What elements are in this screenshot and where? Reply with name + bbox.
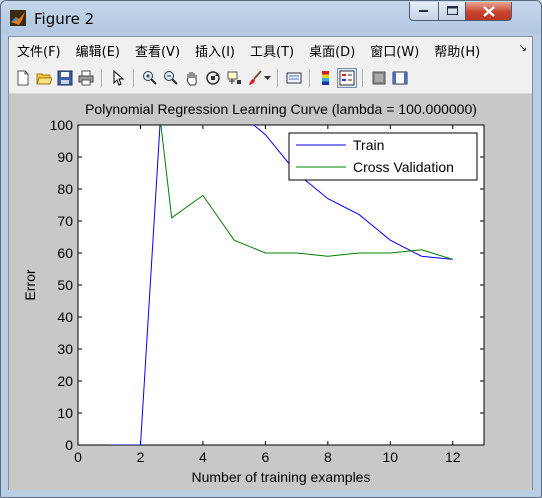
x-tick-label: 2 bbox=[137, 449, 145, 465]
menu-edit[interactable]: 编辑(E) bbox=[68, 41, 127, 60]
chart-title: Polynomial Regression Learning Curve (la… bbox=[85, 101, 477, 117]
legend-icon bbox=[339, 70, 355, 86]
data-cursor-button[interactable] bbox=[224, 68, 244, 88]
rotate-3d-icon bbox=[206, 71, 220, 85]
pan-button[interactable] bbox=[182, 68, 202, 88]
figure-window: Figure 2 文件(F) 编辑(E) 查看(V) 插入(I) 工具(T) 桌… bbox=[0, 0, 542, 498]
zoom-in-button[interactable] bbox=[140, 68, 160, 88]
show-plot-tools-button[interactable] bbox=[390, 68, 410, 88]
matlab-app-icon bbox=[10, 10, 26, 26]
brush-button[interactable] bbox=[245, 68, 265, 88]
figure-client-area: 文件(F) 编辑(E) 查看(V) 插入(I) 工具(T) 桌面(D) 窗口(W… bbox=[8, 36, 533, 490]
figure-toolbar bbox=[9, 63, 532, 94]
print-icon bbox=[78, 70, 94, 86]
x-tick-label: 4 bbox=[199, 449, 207, 465]
edit-plot-arrow-icon bbox=[113, 70, 125, 86]
minimize-icon bbox=[419, 10, 428, 12]
y-tick-label: 20 bbox=[57, 373, 73, 389]
menu-window[interactable]: 窗口(W) bbox=[362, 41, 426, 60]
y-tick-label: 30 bbox=[57, 341, 73, 357]
y-tick-label: 50 bbox=[57, 277, 73, 293]
menu-tools[interactable]: 工具(T) bbox=[242, 41, 301, 60]
rotate-3d-button[interactable] bbox=[203, 68, 223, 88]
zoom-out-icon bbox=[164, 71, 178, 85]
y-axis-label: Error bbox=[22, 269, 38, 300]
y-tick-label: 0 bbox=[65, 437, 73, 453]
maximize-button[interactable] bbox=[438, 2, 466, 21]
x-tick-label: 12 bbox=[445, 449, 461, 465]
toolbar-separator bbox=[309, 69, 311, 87]
menu-desktop[interactable]: 桌面(D) bbox=[301, 41, 362, 60]
colorbar-button[interactable] bbox=[316, 68, 336, 88]
menu-file[interactable]: 文件(F) bbox=[9, 41, 68, 60]
open-file-icon bbox=[36, 73, 52, 85]
pan-hand-icon bbox=[186, 72, 197, 86]
plot-svg[interactable]: 0 2 4 6 8 10 12 0 10 20 30 40 50 60 70 80 90 100 Polynomi… bbox=[9, 94, 532, 490]
save-button[interactable] bbox=[55, 68, 75, 88]
link-plot-icon bbox=[286, 72, 302, 84]
hide-plot-tools-icon bbox=[372, 71, 386, 85]
legend-train-label: Train bbox=[353, 137, 384, 153]
menu-view[interactable]: 查看(V) bbox=[127, 41, 187, 60]
open-file-button[interactable] bbox=[34, 68, 54, 88]
menu-bar: 文件(F) 编辑(E) 查看(V) 插入(I) 工具(T) 桌面(D) 窗口(W… bbox=[9, 37, 532, 63]
zoom-in-icon bbox=[143, 71, 157, 85]
window-title: Figure 2 bbox=[34, 10, 95, 28]
y-tick-label: 10 bbox=[57, 405, 73, 421]
hide-plot-tools-button[interactable] bbox=[369, 68, 389, 88]
colorbar-icon bbox=[322, 71, 329, 85]
x-tick-label: 6 bbox=[261, 449, 269, 465]
x-tick-label: 0 bbox=[74, 449, 82, 465]
minimize-button[interactable] bbox=[409, 2, 439, 21]
close-button[interactable] bbox=[465, 2, 512, 21]
show-plot-tools-icon bbox=[392, 71, 408, 85]
x-axis-label: Number of training examples bbox=[192, 469, 371, 485]
save-icon bbox=[57, 70, 73, 86]
figure-canvas: 0 2 4 6 8 10 12 0 10 20 30 40 50 60 70 80 90 100 Polynomi… bbox=[9, 94, 532, 490]
menu-help[interactable]: 帮助(H) bbox=[426, 41, 487, 60]
y-tick-label: 100 bbox=[50, 117, 74, 133]
close-icon bbox=[482, 5, 495, 17]
maximize-icon bbox=[446, 6, 458, 15]
x-tick-label: 8 bbox=[324, 449, 332, 465]
y-tick-label: 70 bbox=[57, 213, 73, 229]
x-tick-label: 10 bbox=[383, 449, 399, 465]
brush-icon bbox=[249, 70, 262, 85]
y-tick-label: 90 bbox=[57, 149, 73, 165]
edit-plot-button[interactable] bbox=[108, 68, 128, 88]
legend[interactable]: Train Cross Validation bbox=[288, 132, 478, 181]
legend-button[interactable] bbox=[337, 68, 357, 88]
print-button[interactable] bbox=[76, 68, 96, 88]
new-figure-icon bbox=[17, 70, 29, 86]
y-tick-label: 60 bbox=[57, 245, 73, 261]
menu-overflow-icon[interactable]: ↘ bbox=[519, 43, 527, 54]
new-figure-button[interactable] bbox=[13, 68, 33, 88]
legend-cv-label: Cross Validation bbox=[353, 159, 454, 175]
toolbar-separator bbox=[133, 69, 135, 87]
toolbar-separator bbox=[277, 69, 279, 87]
brush-dropdown-icon bbox=[264, 76, 271, 80]
toolbar-separator bbox=[362, 69, 364, 87]
menu-insert[interactable]: 插入(I) bbox=[187, 41, 242, 60]
link-plot-button[interactable] bbox=[284, 68, 304, 88]
data-cursor-icon bbox=[227, 71, 241, 84]
toolbar-separator bbox=[101, 69, 103, 87]
zoom-out-button[interactable] bbox=[161, 68, 181, 88]
y-tick-label: 80 bbox=[57, 181, 73, 197]
title-bar[interactable]: Figure 2 bbox=[1, 1, 541, 35]
y-tick-label: 40 bbox=[57, 309, 73, 325]
brush-dropdown-button[interactable] bbox=[263, 68, 273, 88]
